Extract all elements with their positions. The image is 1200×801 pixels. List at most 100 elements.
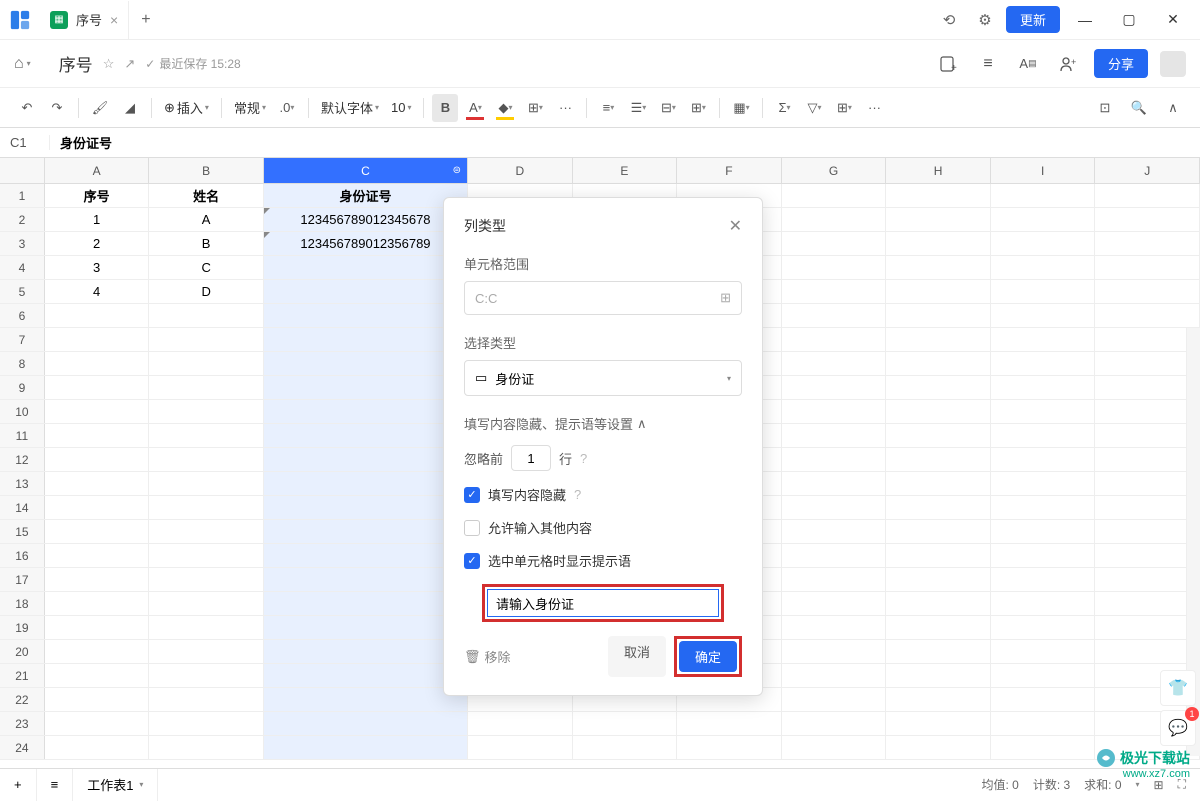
cell[interactable] [264, 256, 468, 279]
cell[interactable] [1095, 280, 1200, 303]
row-header[interactable]: 9 [0, 376, 45, 399]
text-color-button[interactable]: A▾ [462, 94, 488, 122]
theme-icon[interactable]: 👕 [1160, 670, 1196, 706]
cell[interactable] [1095, 304, 1200, 327]
cell[interactable] [45, 544, 150, 567]
col-header-c[interactable]: C⊜ [264, 158, 468, 183]
cell[interactable] [45, 640, 150, 663]
close-window-button[interactable]: ✕ [1154, 1, 1192, 39]
border-button[interactable]: ⊞ ▾ [522, 94, 548, 122]
cell[interactable]: 姓名 [149, 184, 264, 207]
cell[interactable] [1095, 448, 1200, 471]
col-header-g[interactable]: G [782, 158, 887, 183]
cell[interactable]: C [149, 256, 264, 279]
cell[interactable] [782, 352, 887, 375]
cell[interactable] [782, 640, 887, 663]
cell[interactable] [264, 424, 468, 447]
cell[interactable] [782, 664, 887, 687]
document-tab[interactable]: ▦ 序号 × [40, 1, 129, 39]
cell[interactable] [149, 616, 264, 639]
grid-select-icon[interactable]: ⊞ [720, 290, 731, 306]
cell[interactable] [264, 400, 468, 423]
cell[interactable] [264, 592, 468, 615]
cell[interactable] [886, 640, 991, 663]
home-button[interactable]: ⌂ ▾ [14, 55, 31, 73]
cell[interactable] [264, 448, 468, 471]
row-header[interactable]: 13 [0, 472, 45, 495]
cell[interactable]: 123456789012356789 [264, 232, 468, 255]
cell[interactable] [782, 304, 887, 327]
font-size-dropdown[interactable]: 10 ▾ [387, 100, 415, 115]
more-tools-button[interactable]: ··· [861, 94, 887, 122]
cell[interactable] [468, 712, 573, 735]
sigma-button[interactable]: Σ ▾ [771, 94, 797, 122]
cell[interactable] [991, 448, 1096, 471]
cell[interactable] [149, 496, 264, 519]
cell[interactable] [886, 208, 991, 231]
cell[interactable] [1095, 352, 1200, 375]
cell[interactable] [264, 688, 468, 711]
cell[interactable] [991, 688, 1096, 711]
cell[interactable] [782, 424, 887, 447]
paint-format-button[interactable]: 🖌 [87, 94, 113, 122]
cell[interactable] [991, 424, 1096, 447]
decimal-button[interactable]: .0 ▾ [274, 94, 300, 122]
row-header[interactable]: 19 [0, 616, 45, 639]
cell[interactable] [1095, 184, 1200, 207]
cell[interactable] [45, 520, 150, 543]
cell[interactable] [991, 328, 1096, 351]
help-icon[interactable]: ? [574, 487, 581, 502]
avatar[interactable] [1160, 51, 1186, 77]
cell[interactable] [149, 304, 264, 327]
cell[interactable] [991, 520, 1096, 543]
cell[interactable] [264, 568, 468, 591]
cell[interactable] [1095, 616, 1200, 639]
cell[interactable] [886, 616, 991, 639]
sheet-list-button[interactable]: ≡ [37, 769, 74, 801]
cell[interactable] [991, 592, 1096, 615]
cell[interactable] [677, 712, 782, 735]
cell[interactable] [149, 352, 264, 375]
cell[interactable] [782, 400, 887, 423]
range-input[interactable]: C:C ⊞ [464, 281, 742, 315]
cell[interactable] [264, 328, 468, 351]
cell[interactable] [149, 664, 264, 687]
notification-icon[interactable]: 💬1 [1160, 710, 1196, 746]
cell[interactable] [991, 496, 1096, 519]
cell[interactable] [782, 472, 887, 495]
valign-button[interactable]: ☰ ▾ [625, 94, 651, 122]
row-header[interactable]: 14 [0, 496, 45, 519]
cell[interactable] [1095, 568, 1200, 591]
cell[interactable] [886, 568, 991, 591]
cell[interactable] [991, 544, 1096, 567]
col-header-h[interactable]: H [886, 158, 991, 183]
formula-value[interactable]: 身份证号 [50, 133, 122, 152]
cell[interactable] [782, 688, 887, 711]
cell[interactable] [886, 496, 991, 519]
cell[interactable] [782, 568, 887, 591]
redo-button[interactable]: ↷ [44, 94, 70, 122]
row-header[interactable]: 6 [0, 304, 45, 327]
cell[interactable] [264, 280, 468, 303]
app-logo[interactable] [0, 0, 40, 40]
cell[interactable] [782, 712, 887, 735]
hide-content-checkbox[interactable]: ✓ [464, 487, 480, 503]
cell[interactable] [782, 592, 887, 615]
cell[interactable] [991, 352, 1096, 375]
row-header[interactable]: 22 [0, 688, 45, 711]
cell[interactable] [782, 616, 887, 639]
cell[interactable] [991, 736, 1096, 759]
cell-reference[interactable]: C1 [0, 135, 50, 150]
cell[interactable] [264, 640, 468, 663]
format-icon[interactable]: A▤ [1014, 50, 1042, 78]
cell[interactable] [1095, 376, 1200, 399]
cell[interactable] [45, 448, 150, 471]
cell[interactable] [886, 688, 991, 711]
cell[interactable] [149, 400, 264, 423]
cell[interactable] [264, 472, 468, 495]
cell[interactable] [45, 592, 150, 615]
minimize-button[interactable]: — [1066, 1, 1104, 39]
cell[interactable] [149, 544, 264, 567]
cell[interactable] [1095, 424, 1200, 447]
new-tab-button[interactable]: + [129, 11, 162, 29]
